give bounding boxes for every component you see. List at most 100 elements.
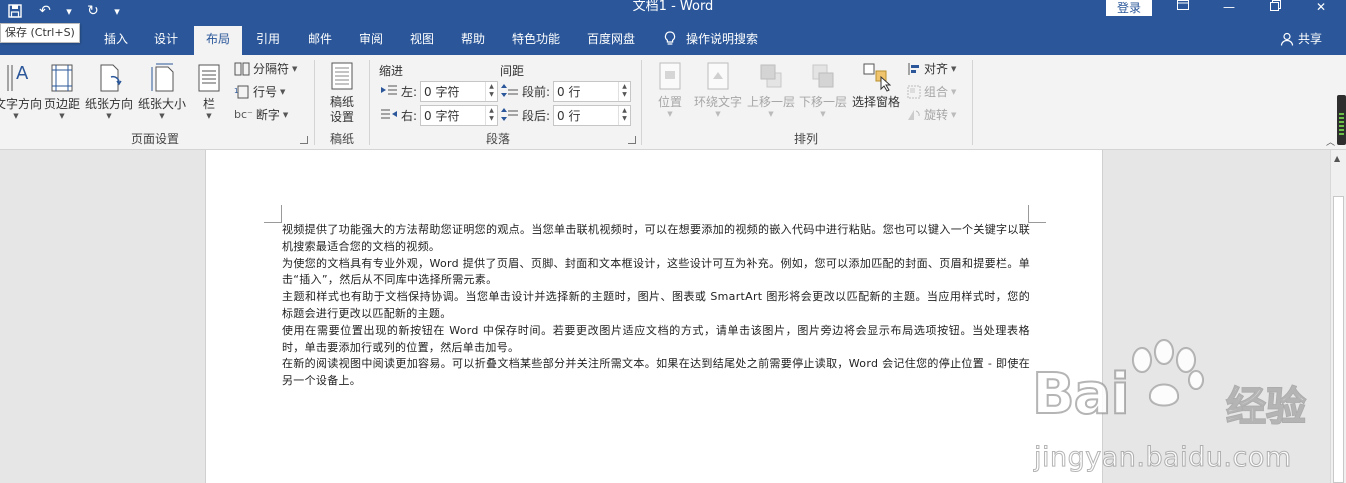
share-button[interactable]: 共享: [1280, 26, 1322, 52]
ribbon-layout: A 文字方向 ▼ 页边距 ▼ 纸张方向 ▼ 纸张大小 ▼ 栏 ▼ 分隔符 ▼ 1…: [0, 55, 1346, 150]
text-direction-label: 文字方向: [0, 97, 43, 111]
tab-help[interactable]: 帮助: [451, 26, 495, 55]
align-button[interactable]: 对齐 ▼: [907, 59, 956, 79]
ribbon-display-options-icon[interactable]: [1160, 0, 1206, 16]
selection-pane-label: 选择窗格: [851, 95, 900, 109]
tell-me-search[interactable]: 操作说明搜索: [664, 26, 758, 52]
restore-icon[interactable]: [1252, 0, 1298, 16]
breaks-button[interactable]: 分隔符 ▼: [234, 59, 297, 79]
selection-pane-button[interactable]: 选择窗格: [851, 61, 901, 110]
position-button[interactable]: 位置 ▼: [652, 61, 688, 118]
margins-label: 页边距: [43, 97, 80, 111]
indent-right-input[interactable]: 0 字符 ▲ ▼: [420, 104, 499, 126]
indent-right-icon: [381, 109, 397, 119]
baidu-jingyan-watermark: Bai 经验 jingyan.baidu.com: [1030, 338, 1346, 483]
line-numbers-button[interactable]: 1 行号 ▼: [234, 82, 285, 102]
orientation-button[interactable]: 纸张方向 ▼: [84, 61, 134, 120]
spin-arrows-icon[interactable]: ▲ ▼: [618, 81, 630, 101]
spacing-after-input[interactable]: 0 行 ▲ ▼: [553, 104, 632, 126]
chevron-down-icon: ▼: [820, 110, 826, 118]
rotate-button[interactable]: 旋转 ▼: [907, 105, 956, 125]
spacing-before-value: 0 行: [557, 84, 581, 99]
tab-special-features[interactable]: 特色功能: [503, 26, 569, 55]
spin-arrows-icon[interactable]: ▲ ▼: [485, 81, 497, 101]
wrap-text-label: 环绕文字: [693, 95, 742, 109]
indent-left-icon: [381, 85, 397, 95]
group-divider: [972, 60, 973, 145]
indent-left-input[interactable]: 0 字符 ▲ ▼: [420, 80, 499, 102]
spin-arrows-icon[interactable]: ▲ ▼: [485, 105, 497, 125]
tab-insert[interactable]: 插入: [94, 26, 138, 55]
tab-references[interactable]: 引用: [246, 26, 290, 55]
document-paragraph: 视频提供了功能强大的方法帮助您证明您的观点。当您单击联机视频时，可以在想要添加的…: [282, 223, 1030, 253]
align-label: 对齐: [924, 62, 949, 76]
paper-size-icon: [151, 63, 174, 92]
spin-arrows-icon[interactable]: ▲ ▼: [618, 105, 630, 125]
tab-layout[interactable]: 布局: [194, 26, 242, 55]
size-label: 纸张大小: [137, 97, 186, 111]
margin-corner-mark: [1028, 205, 1046, 223]
customize-qat-icon[interactable]: ▾: [108, 0, 126, 22]
margins-icon: [51, 64, 73, 92]
margin-corner-mark: [264, 205, 282, 223]
columns-button[interactable]: 栏 ▼: [194, 61, 224, 120]
text-direction-button[interactable]: A 文字方向 ▼: [0, 61, 43, 120]
spacing-title: 间距: [500, 64, 525, 78]
group-button[interactable]: 组合 ▼: [907, 82, 956, 102]
indent-right-label: 右:: [401, 108, 418, 123]
chevron-down-icon: ▼: [159, 112, 165, 120]
spacing-before-label: 段前:: [522, 84, 551, 99]
send-backward-button[interactable]: 下移一层 ▼: [798, 61, 848, 118]
redo-icon[interactable]: ↻: [78, 0, 108, 22]
rotate-label: 旋转: [924, 108, 949, 122]
manuscript-icon: [331, 62, 353, 90]
manuscript-settings-button[interactable]: 稿纸 设置: [322, 61, 362, 125]
breaks-label: 分隔符: [253, 62, 290, 76]
wrap-text-button[interactable]: 环绕文字 ▼: [692, 61, 744, 118]
tab-baidu-netdisk[interactable]: 百度网盘: [578, 26, 644, 55]
document-paragraph: 为使您的文档具有专业外观，Word 提供了页眉、页脚、封面和文本框设计，这些设计…: [282, 256, 1030, 287]
collapse-ribbon-icon[interactable]: ︿: [1326, 135, 1335, 148]
bring-forward-icon: [760, 64, 782, 88]
spacing-after-icon: [501, 108, 518, 121]
tab-review[interactable]: 审阅: [349, 26, 393, 55]
size-button[interactable]: 纸张大小 ▼: [136, 61, 188, 120]
save-icon[interactable]: [0, 0, 30, 22]
document-paragraph: 主题和样式也有助于文档保持协调。当您单击设计并选择新的主题时，图片、图表或 Sm…: [282, 290, 1030, 320]
hyphenation-button[interactable]: bc⁻ 断字 ▼: [234, 105, 288, 125]
undo-dropdown-icon[interactable]: ▾: [60, 0, 78, 22]
tab-view[interactable]: 视图: [400, 26, 444, 55]
page-setup-launcher-icon[interactable]: [300, 136, 308, 144]
login-button[interactable]: 登录: [1106, 0, 1152, 16]
hyphenation-icon: bc⁻: [234, 108, 253, 121]
chevron-down-icon: ▼: [59, 112, 65, 120]
document-page[interactable]: 视频提供了功能强大的方法帮助您证明您的观点。当您单击联机视频时，可以在想要添加的…: [205, 150, 1103, 483]
chevron-down-icon: ▼: [106, 112, 112, 120]
side-widget: [1337, 95, 1346, 145]
paragraph-launcher-icon[interactable]: [628, 136, 636, 144]
watermark-brand: Bai: [1031, 361, 1131, 428]
indent-left-row: 左: 0 字符 ▲ ▼: [380, 80, 499, 102]
indent-left-value: 0 字符: [424, 84, 460, 99]
scroll-up-icon[interactable]: ▲: [1334, 154, 1340, 163]
spacing-before-input[interactable]: 0 行 ▲ ▼: [553, 80, 632, 102]
quick-access-toolbar: ↶ ▾ ↻ ▾: [0, 0, 126, 22]
document-paragraph: 使用在需要位置出现的新按钮在 Word 中保存时间。若要更改图片适应文档的方式，…: [282, 323, 1030, 354]
text-direction-icon: A: [7, 63, 29, 91]
document-paragraph: 在新的阅读视图中阅读更加容易。可以折叠文档某些部分并关注所需文本。如果在达到结尾…: [282, 357, 1030, 388]
tab-design[interactable]: 设计: [144, 26, 188, 55]
send-backward-icon: [812, 64, 834, 88]
bring-forward-label: 上移一层: [746, 95, 795, 109]
document-body[interactable]: 视频提供了功能强大的方法帮助您证明您的观点。当您单击联机视频时，可以在想要添加的…: [282, 222, 1030, 390]
undo-icon[interactable]: ↶: [30, 0, 60, 22]
minimize-icon[interactable]: —: [1206, 0, 1252, 16]
hyphenation-label: 断字: [255, 108, 280, 122]
margins-button[interactable]: 页边距 ▼: [42, 61, 82, 120]
page-setup-group-label: 页面设置: [130, 132, 179, 146]
group-divider: [369, 60, 370, 145]
close-icon[interactable]: ✕: [1298, 0, 1344, 16]
line-numbers-label: 行号: [253, 85, 278, 99]
spacing-after-value: 0 行: [557, 108, 581, 123]
bring-forward-button[interactable]: 上移一层 ▼: [746, 61, 796, 118]
tab-mailings[interactable]: 邮件: [298, 26, 342, 55]
